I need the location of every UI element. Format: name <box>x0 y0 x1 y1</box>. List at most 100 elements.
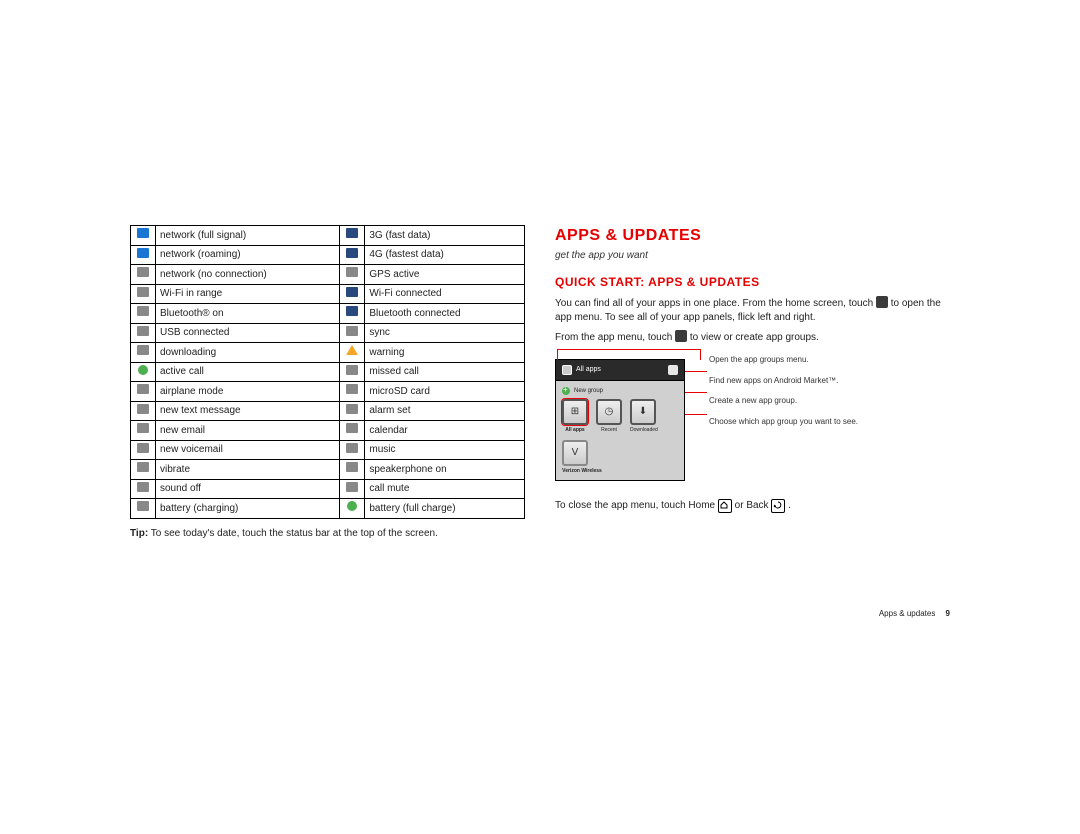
shopping-bag-icon <box>668 365 678 375</box>
status-row: vibratespeakerphone on <box>131 460 525 480</box>
status-icon <box>138 365 148 375</box>
status-icon-right <box>340 421 365 441</box>
status-icon <box>346 345 358 355</box>
status-icon-right <box>340 401 365 421</box>
status-icon-left <box>131 401 156 421</box>
callout-4: Choose which app group you want to see. <box>705 417 950 428</box>
status-icon <box>137 384 149 394</box>
group-icon-recent: ◷ <box>596 399 622 425</box>
status-icon <box>137 228 149 238</box>
callout-list: Open the app groups menu. Find new apps … <box>705 359 950 482</box>
new-group-label: New group <box>574 387 603 395</box>
status-icon <box>346 443 358 453</box>
status-label-left: USB connected <box>156 323 340 343</box>
status-label-right: alarm set <box>365 401 525 421</box>
status-row: Wi-Fi in rangeWi-Fi connected <box>131 284 525 304</box>
screenshot-titlebar: All apps <box>555 359 685 380</box>
status-label-left: network (roaming) <box>156 245 340 265</box>
all-apps-icon <box>562 365 572 375</box>
status-icon-left <box>131 499 156 519</box>
status-icon-right <box>340 382 365 402</box>
group-label-downloaded: Downloaded <box>630 427 656 434</box>
status-icon <box>346 462 358 472</box>
status-label-right: call mute <box>365 479 525 499</box>
callout-2: Find new apps on Android Market™. <box>705 376 950 387</box>
left-column: network (full signal)3G (fast data)netwo… <box>130 225 525 620</box>
status-icon-left <box>131 284 156 304</box>
status-icon <box>347 501 357 511</box>
group-icon-all-apps: ⊞ <box>562 399 588 425</box>
status-row: new text message alarm set <box>131 401 525 421</box>
status-row: network (full signal)3G (fast data) <box>131 226 525 246</box>
status-icon-left <box>131 440 156 460</box>
page-footer: Apps & updates 9 <box>555 609 950 620</box>
status-label-right: sync <box>365 323 525 343</box>
group-icon-downloaded: ⬇ <box>630 399 656 425</box>
leader-line <box>685 371 707 372</box>
status-row: new emailcalendar <box>131 421 525 441</box>
group-row-2-labels: Verizon Wireless <box>562 468 678 475</box>
para1-text-a: You can find all of your apps in one pla… <box>555 298 876 309</box>
status-icon-right <box>340 479 365 499</box>
status-label-right: microSD card <box>365 382 525 402</box>
status-icon <box>346 404 358 414</box>
status-icon-left <box>131 421 156 441</box>
status-icon <box>137 501 149 511</box>
right-column: Apps & updates get the app you want Quic… <box>555 225 950 620</box>
status-icon <box>137 462 149 472</box>
status-icon-right <box>340 304 365 324</box>
status-icon <box>137 326 149 336</box>
status-icon <box>346 248 358 258</box>
status-label-right: speakerphone on <box>365 460 525 480</box>
status-icon-left <box>131 265 156 285</box>
status-icon-right <box>340 499 365 519</box>
bar-label: All apps <box>576 365 601 374</box>
status-icon <box>346 267 358 277</box>
section-subtitle: get the app you want <box>555 249 950 263</box>
status-icon <box>346 482 358 492</box>
status-icon <box>346 365 358 375</box>
status-row: new voicemailmusic <box>131 440 525 460</box>
status-icon-left <box>131 362 156 382</box>
group-label-all-apps: All apps <box>562 427 588 434</box>
tip-label: Tip: <box>130 528 148 539</box>
status-icon-right <box>340 284 365 304</box>
status-row: airplane mode microSD card <box>131 382 525 402</box>
page: network (full signal)3G (fast data)netwo… <box>130 0 950 620</box>
group-icon-verizon: V <box>562 440 588 466</box>
status-label-right: battery (full charge) <box>365 499 525 519</box>
status-row: USB connected sync <box>131 323 525 343</box>
status-icon-right <box>340 245 365 265</box>
tip-text: To see today's date, touch the status ba… <box>151 528 438 539</box>
group-label-verizon: Verizon Wireless <box>562 468 602 475</box>
status-label-right: GPS active <box>365 265 525 285</box>
status-label-left: airplane mode <box>156 382 340 402</box>
status-icon <box>137 287 149 297</box>
status-row: active callmissed call <box>131 362 525 382</box>
footer-page-number: 9 <box>946 609 950 618</box>
status-icon-right <box>340 265 365 285</box>
home-key-icon <box>718 499 732 513</box>
status-label-left: new text message <box>156 401 340 421</box>
status-icon-table: network (full signal)3G (fast data)netwo… <box>130 225 525 519</box>
status-label-right: Wi-Fi connected <box>365 284 525 304</box>
status-icon-left <box>131 343 156 363</box>
leader-line <box>685 414 707 415</box>
status-icon-left <box>131 226 156 246</box>
screenshot-panel: New group ⊞ ◷ ⬇ All apps Recent Download… <box>555 380 685 482</box>
new-group-row: New group <box>562 387 678 395</box>
status-icon-right <box>340 343 365 363</box>
status-row: battery (charging)battery (full charge) <box>131 499 525 519</box>
status-label-right: 4G (fastest data) <box>365 245 525 265</box>
status-row: downloadingwarning <box>131 343 525 363</box>
status-label-left: Bluetooth® on <box>156 304 340 324</box>
paragraph-2: From the app menu, touch to view or crea… <box>555 330 950 345</box>
group-row-1-labels: All apps Recent Downloaded <box>562 427 678 434</box>
section-heading: Apps & updates <box>555 225 950 247</box>
leader-line <box>685 392 707 393</box>
status-icon-left <box>131 245 156 265</box>
status-label-right: Bluetooth connected <box>365 304 525 324</box>
status-label-left: new voicemail <box>156 440 340 460</box>
status-icon <box>137 443 149 453</box>
status-icon-right <box>340 440 365 460</box>
